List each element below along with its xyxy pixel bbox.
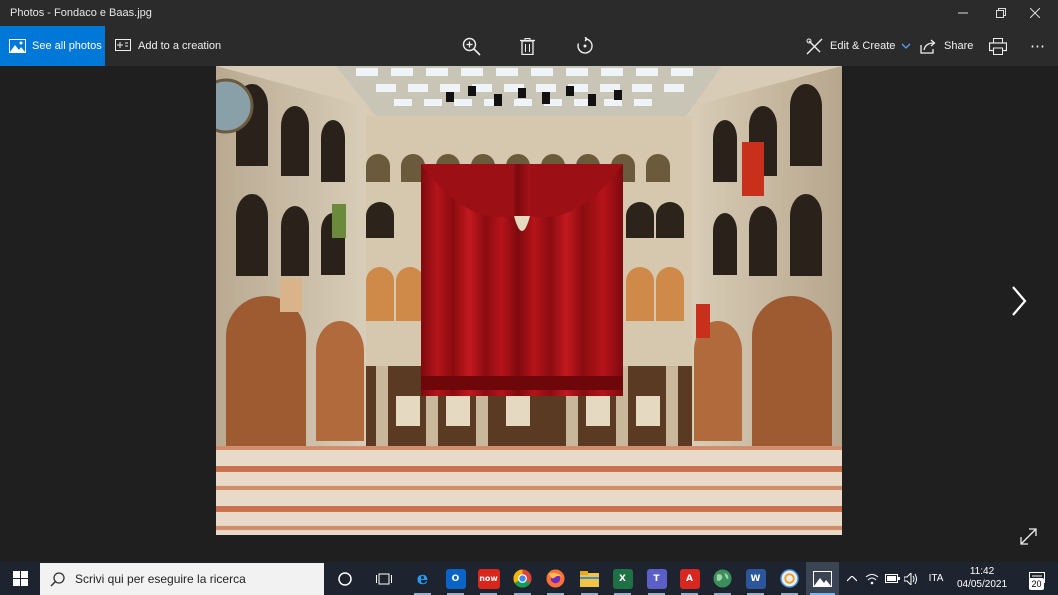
battery-button[interactable] xyxy=(883,562,901,595)
chevron-up-icon xyxy=(847,575,857,581)
folder-icon xyxy=(580,570,599,587)
volume-button[interactable] xyxy=(902,562,920,595)
taskbar-app-outlook[interactable]: O xyxy=(439,562,472,595)
search-icon xyxy=(50,571,65,587)
language-label: ITA xyxy=(928,573,944,584)
cortana-button[interactable] xyxy=(328,562,361,595)
start-button[interactable] xyxy=(0,562,40,595)
see-all-photos-button[interactable]: See all photos xyxy=(0,26,105,66)
photo-image[interactable] xyxy=(216,66,842,535)
speaker-icon xyxy=(904,572,917,585)
network-button[interactable] xyxy=(863,562,881,595)
zoom-button[interactable] xyxy=(462,26,484,66)
share-label: Share xyxy=(944,40,974,52)
internet-explorer-icon: e xyxy=(416,568,429,589)
restore-icon xyxy=(996,8,1006,18)
next-photo-button[interactable] xyxy=(1004,281,1034,321)
taskbar-app-excel[interactable]: X xyxy=(606,562,639,595)
zoom-in-icon xyxy=(462,37,481,56)
teams-icon: T xyxy=(646,568,667,589)
sync-icon xyxy=(780,569,799,588)
minimize-icon xyxy=(958,12,968,14)
cortana-icon xyxy=(337,571,352,586)
firefox-icon xyxy=(546,569,565,588)
delete-button[interactable] xyxy=(520,26,538,66)
more-icon: ⋯ xyxy=(1030,38,1045,55)
edit-create-label: Edit & Create xyxy=(830,40,896,52)
clock-time: 11:42 xyxy=(969,566,995,577)
servicenow-icon: now xyxy=(477,568,500,589)
wifi-icon xyxy=(865,573,879,584)
add-creation-icon xyxy=(115,39,131,51)
toolbar: See all photos Add to a creation Edit & … xyxy=(0,26,1058,66)
close-icon xyxy=(1030,8,1040,18)
search-placeholder: Scrivi qui per eseguire la ricerca xyxy=(75,572,246,586)
taskbar-search-box[interactable]: Scrivi qui per eseguire la ricerca xyxy=(40,563,324,595)
taskbar-app-acrobat[interactable]: A xyxy=(673,562,706,595)
close-button[interactable] xyxy=(1012,0,1058,26)
taskbar-app-photos[interactable] xyxy=(806,562,839,595)
taskbar-app-internet-explorer[interactable]: e xyxy=(406,562,439,595)
chrome-icon xyxy=(513,569,532,588)
more-options-button[interactable]: ⋯ xyxy=(1030,26,1048,66)
taskbar-app-firefox[interactable] xyxy=(539,562,572,595)
notification-count-badge: 20 xyxy=(1029,578,1044,590)
windows-logo-icon xyxy=(12,571,28,586)
rotate-button[interactable] xyxy=(576,26,596,66)
rotate-icon xyxy=(577,37,593,54)
taskbar-app-chrome[interactable] xyxy=(506,562,539,595)
fondaco-courtyard-picture xyxy=(216,66,842,535)
fullscreen-button[interactable] xyxy=(1016,524,1040,548)
photo-viewer xyxy=(0,66,1058,562)
clock-date: 04/05/2021 xyxy=(956,579,1008,590)
share-button[interactable]: Share xyxy=(920,26,973,66)
title-bar: Photos - Fondaco e Baas.jpg xyxy=(0,0,1058,26)
input-language-button[interactable]: ITA xyxy=(924,562,948,595)
taskbar: Scrivi qui per eseguire la ricerca e O n… xyxy=(0,562,1058,595)
show-hidden-icons-button[interactable] xyxy=(843,562,861,595)
delete-icon xyxy=(520,37,535,55)
red-curtain xyxy=(421,164,623,396)
word-icon: W xyxy=(745,568,766,589)
taskbar-app-servicenow[interactable]: now xyxy=(472,562,505,595)
outlook-icon: O xyxy=(445,568,466,589)
taskbar-app-file-explorer[interactable] xyxy=(573,562,606,595)
taskbar-app-maps[interactable] xyxy=(706,562,739,595)
add-to-creation-label: Add to a creation xyxy=(138,40,222,52)
battery-icon xyxy=(884,574,900,583)
add-to-creation-button[interactable]: Add to a creation xyxy=(115,26,221,66)
expand-icon xyxy=(1019,527,1037,545)
print-button[interactable] xyxy=(989,26,1009,66)
edit-create-button[interactable]: Edit & Create xyxy=(806,26,911,66)
taskbar-clock[interactable]: 11:42 04/05/2021 xyxy=(948,565,1016,591)
photos-icon xyxy=(813,570,832,587)
taskbar-app-teams[interactable]: T xyxy=(640,562,673,595)
window-title: Photos - Fondaco e Baas.jpg xyxy=(10,7,152,19)
task-view-button[interactable] xyxy=(367,562,400,595)
acrobat-icon: A xyxy=(679,568,700,589)
edit-create-icon xyxy=(806,38,823,54)
taskbar-app-word[interactable]: W xyxy=(739,562,772,595)
globe-icon xyxy=(713,569,732,588)
chevron-down-icon xyxy=(902,43,911,49)
chevron-right-icon xyxy=(1012,286,1027,316)
share-icon xyxy=(920,39,936,54)
taskbar-app-sync[interactable] xyxy=(773,562,806,595)
photos-gallery-icon xyxy=(9,39,26,53)
see-all-photos-label: See all photos xyxy=(32,40,102,52)
photos-app-window: Photos - Fondaco e Baas.jpg See all phot… xyxy=(0,0,1058,562)
print-icon xyxy=(989,37,1007,55)
excel-icon: X xyxy=(612,568,633,589)
task-view-icon xyxy=(375,573,392,584)
